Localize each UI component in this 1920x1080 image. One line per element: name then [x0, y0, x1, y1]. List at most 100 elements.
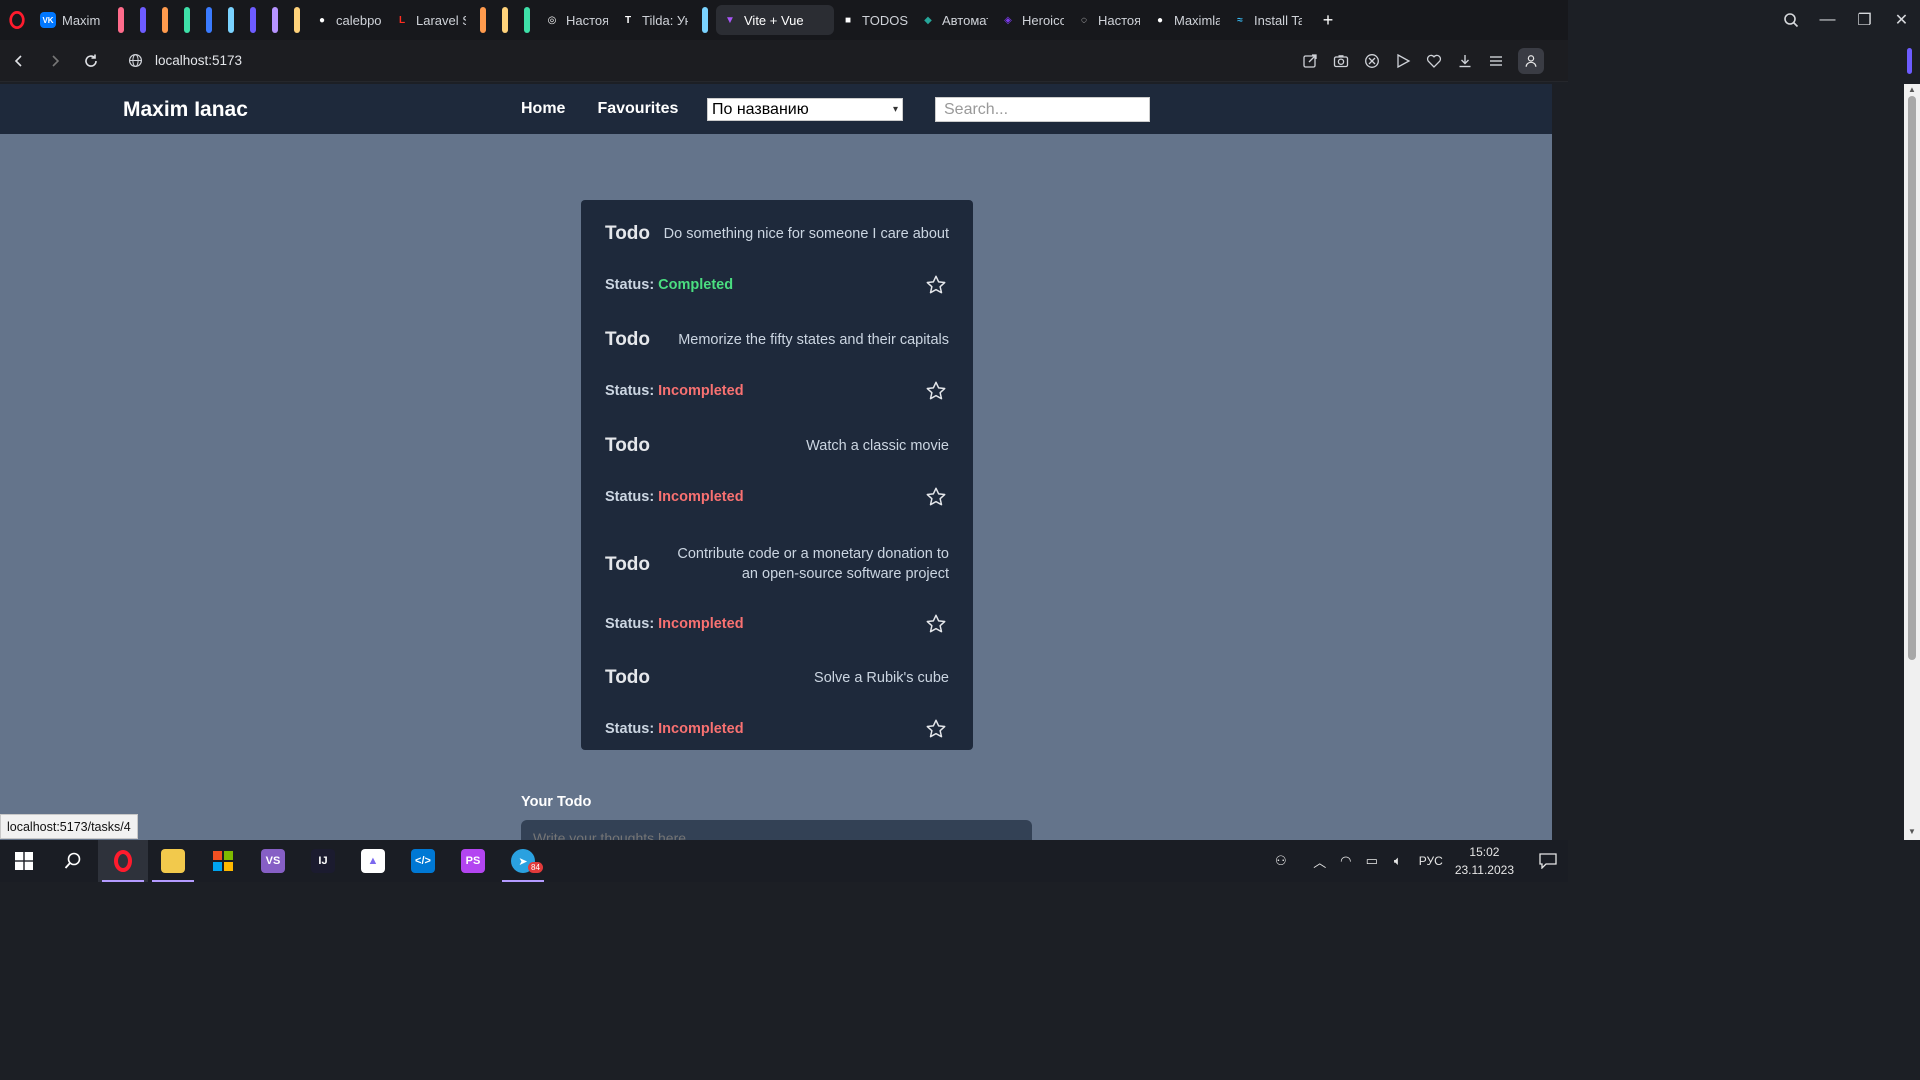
- taskbar-app-file-explorer[interactable]: [148, 840, 198, 882]
- chevron-up-icon[interactable]: ︿: [1308, 840, 1332, 882]
- pinned-tab[interactable]: [184, 7, 190, 33]
- todo-item[interactable]: Todo Do something nice for someone I care…: [605, 224, 949, 294]
- restore-button[interactable]: ❐: [1846, 0, 1883, 40]
- pinned-tab[interactable]: [524, 7, 530, 33]
- pinned-tab[interactable]: [480, 7, 486, 33]
- todo-footer: Status: Incompleted: [605, 613, 949, 635]
- todo-item[interactable]: Todo Contribute code or a monetary donati…: [605, 544, 949, 633]
- browser-tab[interactable]: L Laravel Sc: [388, 5, 472, 35]
- browser-tab[interactable]: ≈ Install Tai: [1226, 5, 1308, 35]
- sidebar-toggle[interactable]: [1907, 48, 1912, 74]
- taskbar-app-microsoft-store[interactable]: [198, 840, 248, 882]
- pinned-tab[interactable]: [228, 7, 234, 33]
- favourite-star-icon[interactable]: [925, 486, 947, 508]
- notification-center-button[interactable]: [1528, 840, 1568, 882]
- todo-item[interactable]: Todo Watch a classic movie Status: Incomple…: [605, 436, 949, 506]
- url-field[interactable]: localhost:5173: [128, 53, 242, 68]
- back-button[interactable]: [2, 44, 36, 78]
- browser-tab[interactable]: T Tilda: Уни: [614, 5, 694, 35]
- taskbar-app-visual-studio[interactable]: VS: [248, 840, 298, 882]
- pinned-tab[interactable]: [294, 7, 300, 33]
- app-navbar: Maxim Ianac Home Favourites По названию …: [0, 84, 1552, 134]
- scroll-down-arrow[interactable]: ▼: [1908, 828, 1916, 836]
- browser-tab[interactable]: ◌ Настоящ: [1070, 5, 1146, 35]
- status-value: Incompleted: [658, 489, 744, 505]
- battery-icon[interactable]: ▭: [1360, 840, 1384, 882]
- pinned-tab[interactable]: [250, 7, 256, 33]
- profile-button[interactable]: [1518, 48, 1544, 74]
- input-language[interactable]: РУС: [1419, 854, 1443, 868]
- forward-button[interactable]: [38, 44, 72, 78]
- volume-icon[interactable]: 🔈︎: [1386, 840, 1410, 882]
- todo-item[interactable]: Todo Solve a Rubik's cube Status: Incomplet…: [605, 668, 949, 738]
- windows-logo-icon: [15, 852, 33, 870]
- snapshot-button[interactable]: [1332, 53, 1349, 70]
- new-tab-button[interactable]: +: [1316, 8, 1340, 32]
- laravel-icon: L: [398, 14, 406, 26]
- status-value: Incompleted: [658, 383, 744, 399]
- browser-tab-title: Автомати: [942, 12, 988, 28]
- browser-tab[interactable]: ■ TODOS -: [834, 5, 914, 35]
- browser-tab[interactable]: ● Maximlan: [1146, 5, 1226, 35]
- user-icon: [1525, 55, 1537, 67]
- opera-menu-button[interactable]: [0, 0, 34, 40]
- share-button[interactable]: [1301, 53, 1318, 70]
- easy-setup-button[interactable]: [1487, 53, 1504, 70]
- favourite-star-icon[interactable]: [925, 274, 947, 296]
- taskbar-app-intellij[interactable]: IJ: [298, 840, 348, 882]
- favorites-button[interactable]: [1425, 53, 1442, 70]
- pinned-tab[interactable]: [502, 7, 508, 33]
- system-clock[interactable]: 15:02 23.11.2023: [1455, 843, 1514, 879]
- minimize-button[interactable]: —: [1809, 0, 1846, 40]
- todo-footer: Status: Incompleted: [605, 486, 949, 508]
- taskbar-app-telegram[interactable]: ➤ 84: [498, 840, 548, 882]
- todo-footer: Status: Incompleted: [605, 380, 949, 402]
- taskbar-app-phpstorm[interactable]: PS: [448, 840, 498, 882]
- browser-tab[interactable]: ● calebporz: [308, 5, 388, 35]
- pinned-tab[interactable]: [162, 7, 168, 33]
- favourite-star-icon[interactable]: [925, 380, 947, 402]
- scroll-up-arrow[interactable]: ▲: [1908, 86, 1916, 94]
- taskbar-app-vscode[interactable]: </>: [398, 840, 448, 882]
- todo-item[interactable]: Todo Memorize the fifty states and their …: [605, 330, 949, 400]
- status-label: Status:: [605, 616, 655, 632]
- browser-tab[interactable]: ◆ Автомати: [914, 5, 994, 35]
- browser-tab[interactable]: ▼ Vite + Vue: [716, 5, 834, 35]
- adblock-button[interactable]: [1363, 53, 1380, 70]
- taskbar-app-opera[interactable]: [98, 840, 148, 882]
- start-button[interactable]: [0, 840, 48, 882]
- taskbar-search-button[interactable]: [48, 840, 98, 882]
- downloads-button[interactable]: [1456, 53, 1473, 70]
- wifi-icon[interactable]: ◠: [1334, 840, 1358, 882]
- vk-icon: VK: [40, 12, 56, 28]
- favourite-star-icon[interactable]: [925, 718, 947, 740]
- sort-select[interactable]: По названию ▾: [707, 98, 903, 121]
- nav-home-link[interactable]: Home: [521, 100, 565, 118]
- pinned-tab[interactable]: [272, 7, 278, 33]
- page-viewport: Maxim Ianac Home Favourites По названию …: [0, 84, 1552, 840]
- brand-title[interactable]: Maxim Ianac: [123, 98, 248, 122]
- status-value: Incompleted: [658, 616, 744, 632]
- pinned-tab[interactable]: [140, 7, 146, 33]
- close-button[interactable]: ✕: [1883, 0, 1920, 40]
- pinned-tab[interactable]: [206, 7, 212, 33]
- circle-icon: ◎: [547, 14, 557, 26]
- scrollbar-thumb[interactable]: [1908, 96, 1916, 660]
- search-input[interactable]: [935, 97, 1150, 122]
- tab-search-icon[interactable]: [1772, 0, 1809, 40]
- taskbar-app-clickup[interactable]: ▲: [348, 840, 398, 882]
- reload-button[interactable]: [74, 44, 108, 78]
- pinned-tab[interactable]: [702, 7, 708, 33]
- your-todo-input[interactable]: [521, 820, 1032, 840]
- nav-favourites-link[interactable]: Favourites: [597, 100, 678, 118]
- player-button[interactable]: [1394, 53, 1411, 70]
- todo-header: Todo Do something nice for someone I care…: [605, 224, 949, 244]
- pinned-tab[interactable]: [118, 7, 124, 33]
- browser-tab[interactable]: ◈ Heroicon: [994, 5, 1070, 35]
- browser-tab[interactable]: ◎ Настоящ: [538, 5, 614, 35]
- people-icon[interactable]: ⚇: [1269, 840, 1293, 882]
- phpstorm-icon: PS: [461, 849, 485, 873]
- shield-icon: ◈: [1004, 14, 1012, 26]
- favourite-star-icon[interactable]: [925, 613, 947, 635]
- browser-tab[interactable]: VK Maxim Ya: [34, 5, 110, 35]
